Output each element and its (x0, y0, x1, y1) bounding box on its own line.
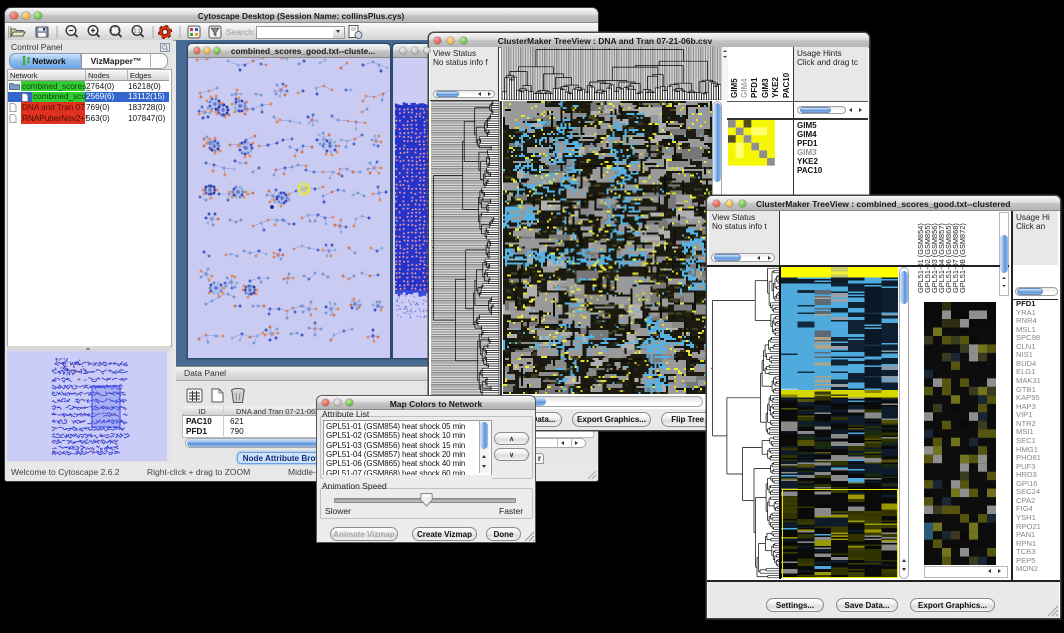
svg-text:1:1: 1:1 (134, 29, 141, 35)
